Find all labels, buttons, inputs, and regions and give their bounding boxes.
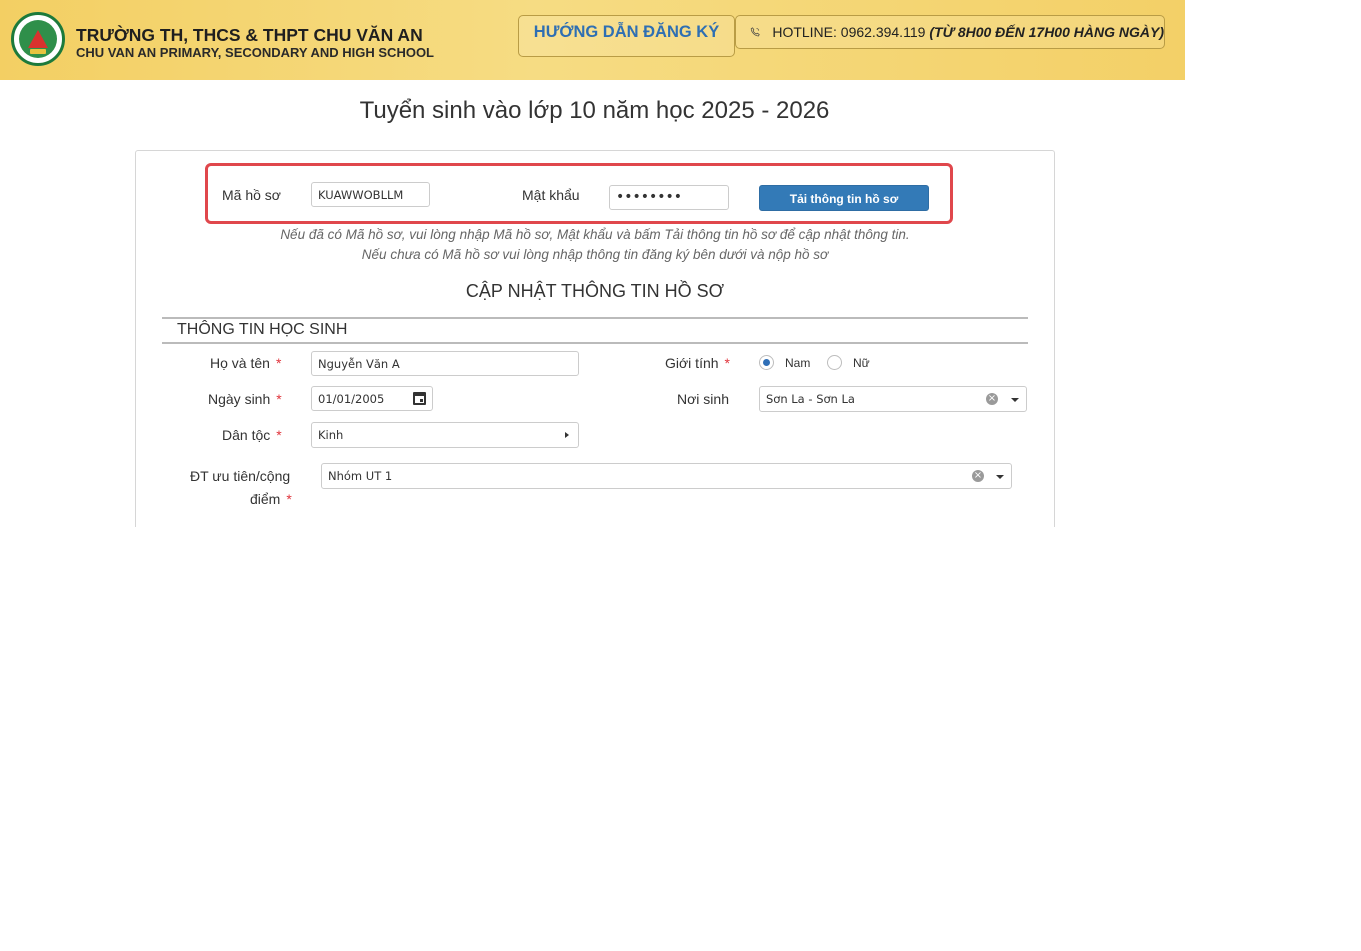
page-title: Tuyển sinh vào lớp 10 năm học 2025 - 202… — [359, 97, 830, 124]
registration-guide-button[interactable]: HƯỚNG DẪN ĐĂNG KÝ — [518, 15, 735, 57]
birthplace-select[interactable]: Sơn La - Sơn La × — [759, 386, 1027, 412]
priority-label-line1: ĐT ưu tiên/cộng — [190, 468, 291, 484]
birthplace-label: Nơi sinh — [677, 391, 729, 407]
password-input[interactable]: •••••••• — [609, 185, 729, 210]
school-name-vi[interactable]: TRƯỜNG TH, THCS & THPT CHU VĂN AN — [76, 25, 423, 46]
load-profile-button[interactable]: Tải thông tin hồ sơ — [759, 185, 929, 211]
ethnicity-label: Dân tộc * — [222, 427, 282, 443]
hotline-hours: (TỪ 8H00 ĐẾN 17H00 HÀNG NGÀY) — [929, 24, 1164, 40]
section-title: CẬP NHẬT THÔNG TIN HỒ SƠ — [465, 281, 725, 301]
gender-radio-male[interactable] — [759, 355, 774, 370]
gender-option-male[interactable]: Nam — [785, 356, 810, 370]
section-divider-bottom — [162, 342, 1028, 344]
gender-radio-female[interactable] — [827, 355, 842, 370]
dob-label: Ngày sinh * — [208, 391, 282, 407]
dob-value: 01/01/2005 — [318, 392, 385, 406]
required-mark: * — [724, 355, 730, 371]
chevron-down-icon[interactable] — [996, 475, 1004, 479]
site-header: TRƯỜNG TH, THCS & THPT CHU VĂN AN CHU VA… — [0, 0, 1185, 80]
required-mark: * — [276, 427, 282, 443]
birthplace-value: Sơn La - Sơn La — [766, 392, 855, 406]
dob-input[interactable]: 01/01/2005 — [311, 386, 433, 411]
required-mark: * — [276, 391, 282, 407]
priority-label-line2: điểm * — [250, 491, 292, 507]
school-name-en[interactable]: CHU VAN AN PRIMARY, SECONDARY AND HIGH S… — [76, 45, 434, 60]
blank-area — [0, 527, 1361, 951]
phone-icon — [750, 27, 760, 37]
school-logo[interactable] — [11, 12, 65, 66]
chevron-down-icon[interactable] — [1011, 398, 1019, 402]
code-input[interactable]: KUAWWOBLLM — [311, 182, 430, 207]
code-label: Mã hồ sơ — [222, 187, 281, 203]
fullname-label: Họ và tên * — [210, 355, 282, 371]
ethnicity-value: Kinh — [318, 428, 344, 442]
ethnicity-select[interactable]: Kinh — [311, 422, 579, 448]
hotline-text: HOTLINE: 0962.394.119 — [772, 24, 926, 40]
hotline-box: HOTLINE: 0962.394.119 (TỪ 8H00 ĐẾN 17H00… — [735, 15, 1165, 49]
priority-group-select[interactable]: Nhóm UT 1 × — [321, 463, 1012, 489]
password-label: Mật khẩu — [522, 187, 580, 203]
clear-icon[interactable]: × — [972, 470, 984, 482]
fullname-input[interactable]: Nguyễn Văn A — [311, 351, 579, 376]
gender-option-female[interactable]: Nữ — [853, 356, 870, 370]
section-divider-top — [162, 317, 1028, 319]
chevron-right-icon[interactable] — [565, 432, 569, 438]
required-mark: * — [286, 491, 292, 507]
student-info-heading: THÔNG TIN HỌC SINH — [177, 321, 348, 338]
gender-label: Giới tính * — [665, 355, 730, 371]
clear-icon[interactable]: × — [986, 393, 998, 405]
priority-value: Nhóm UT 1 — [328, 469, 393, 483]
required-mark: * — [275, 355, 282, 371]
calendar-icon[interactable] — [413, 392, 426, 405]
hint-line-1: Nếu đã có Mã hồ sơ, vui lòng nhập Mã hồ … — [280, 227, 910, 242]
hint-line-2: Nếu chưa có Mã hồ sơ vui lòng nhập thông… — [361, 247, 829, 262]
